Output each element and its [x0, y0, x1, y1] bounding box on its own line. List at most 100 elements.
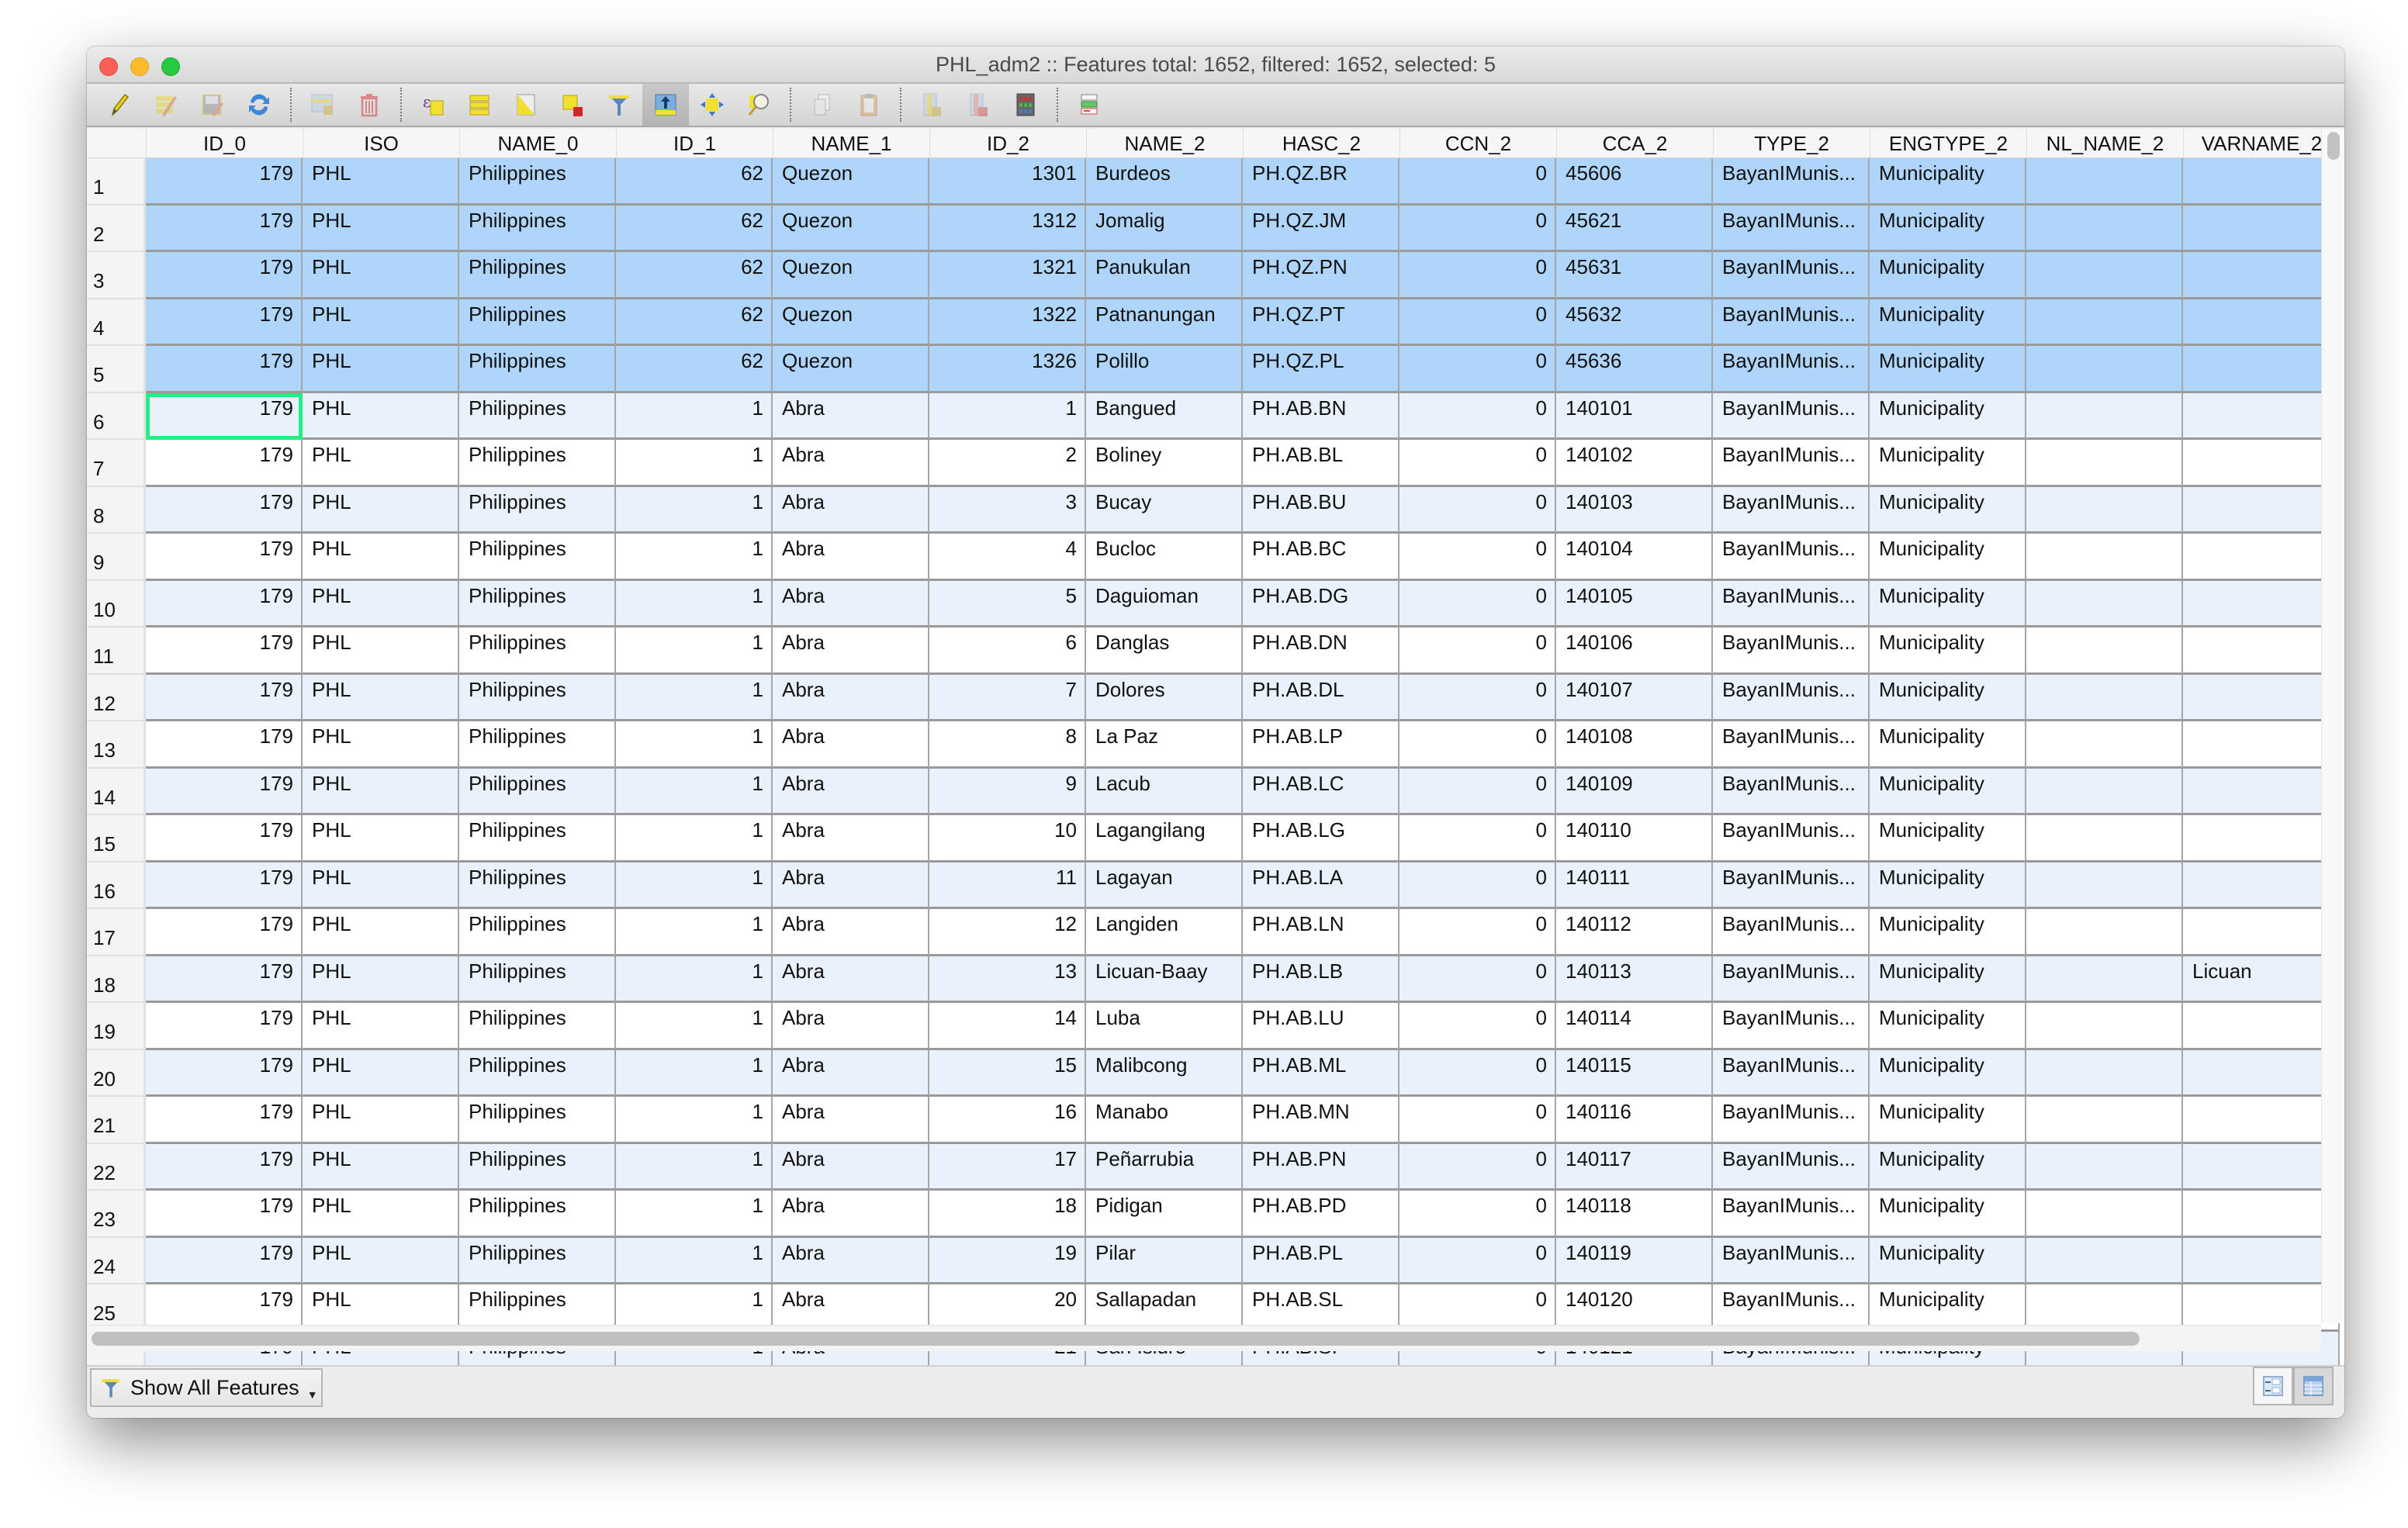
cell-varname-2[interactable] [2183, 1003, 2340, 1050]
cell-type-2[interactable]: BayanIMunis... [1713, 1097, 1870, 1144]
row-number-header[interactable]: 23 [87, 1191, 146, 1238]
vertical-scrollbar[interactable] [2321, 129, 2344, 1323]
toggle-editing-button[interactable] [96, 84, 143, 126]
column-header-cca-2[interactable]: CCA_2 [1556, 129, 1713, 158]
table-row[interactable]: 15 179 PHL Philippines 1 Abra 10 Lagangilang PH.… [87, 815, 2340, 863]
cell-id-1[interactable]: 1 [616, 627, 773, 675]
cell-type-2[interactable]: BayanIMunis... [1713, 486, 1870, 534]
cell-engtype-2[interactable]: Municipality [1870, 205, 2026, 252]
cell-hasc-2[interactable]: PH.AB.BU [1243, 486, 1399, 534]
cell-name-2[interactable]: Peñarrubia [1086, 1143, 1243, 1191]
cell-id-0[interactable]: 179 [146, 956, 303, 1003]
cell-ccn-2[interactable]: 0 [1399, 580, 1556, 627]
table-row[interactable]: 5 179 PHL Philippines 62 Quezon 1326 Polillo PH.… [87, 346, 2340, 393]
cell-hasc-2[interactable]: PH.AB.LC [1243, 768, 1399, 815]
cell-ccn-2[interactable]: 0 [1399, 1191, 1556, 1238]
cell-id-0[interactable]: 179 [146, 1191, 303, 1238]
cell-type-2[interactable]: BayanIMunis... [1713, 252, 1870, 299]
cell-id-0[interactable]: 179 [146, 909, 303, 956]
cell-varname-2[interactable]: Licuan [2183, 956, 2340, 1003]
cell-iso[interactable]: PHL [303, 1191, 459, 1238]
copy-rows-button[interactable] [799, 84, 846, 126]
cell-name-0[interactable]: Philippines [459, 486, 616, 534]
cell-iso[interactable]: PHL [303, 440, 459, 487]
cell-varname-2[interactable] [2183, 205, 2340, 252]
cell-iso[interactable]: PHL [303, 486, 459, 534]
cell-iso[interactable]: PHL [303, 1237, 459, 1284]
cell-name-1[interactable]: Quezon [773, 299, 929, 346]
cell-name-2[interactable]: Pidigan [1086, 1191, 1243, 1238]
row-number-header[interactable]: 6 [87, 392, 146, 440]
row-number-header[interactable]: 9 [87, 534, 146, 581]
table-row[interactable]: 3 179 PHL Philippines 62 Quezon 1321 Panukulan P… [87, 252, 2340, 299]
cell-nl-name-2[interactable] [2026, 862, 2183, 909]
cell-type-2[interactable]: BayanIMunis... [1713, 1143, 1870, 1191]
header-corner[interactable] [87, 129, 146, 158]
cell-type-2[interactable]: BayanIMunis... [1713, 392, 1870, 440]
minimize-window-button[interactable] [130, 57, 149, 76]
cell-id-0[interactable]: 179 [146, 1003, 303, 1050]
cell-name-2[interactable]: Pilar [1086, 1237, 1243, 1284]
cell-cca-2[interactable]: 140112 [1556, 909, 1713, 956]
cell-hasc-2[interactable]: PH.AB.PD [1243, 1191, 1399, 1238]
cell-cca-2[interactable]: 140114 [1556, 1003, 1713, 1050]
cell-ccn-2[interactable]: 0 [1399, 534, 1556, 581]
cell-cca-2[interactable]: 140110 [1556, 815, 1713, 863]
cell-name-2[interactable]: La Paz [1086, 721, 1243, 769]
cell-id-0[interactable]: 179 [146, 205, 303, 252]
cell-id-2[interactable]: 1312 [929, 205, 1086, 252]
cell-name-0[interactable]: Philippines [459, 721, 616, 769]
horizontal-scrollbar[interactable] [87, 1325, 2321, 1351]
cell-varname-2[interactable] [2183, 392, 2340, 440]
cell-id-0[interactable]: 179 [146, 1143, 303, 1191]
reload-button[interactable] [236, 84, 282, 126]
cell-name-2[interactable]: Malibcong [1086, 1049, 1243, 1097]
cell-varname-2[interactable] [2183, 1049, 2340, 1097]
cell-ccn-2[interactable]: 0 [1399, 440, 1556, 487]
cell-name-2[interactable]: Licuan-Baay [1086, 956, 1243, 1003]
cell-iso[interactable]: PHL [303, 299, 459, 346]
cell-hasc-2[interactable]: PH.AB.LP [1243, 721, 1399, 769]
cell-varname-2[interactable] [2183, 627, 2340, 675]
select-all-button[interactable] [456, 84, 503, 126]
row-number-header[interactable]: 1 [87, 158, 146, 206]
column-header-hasc-2[interactable]: HASC_2 [1243, 129, 1399, 158]
cell-varname-2[interactable] [2183, 534, 2340, 581]
cell-id-1[interactable]: 1 [616, 440, 773, 487]
cell-name-0[interactable]: Philippines [459, 392, 616, 440]
cell-id-2[interactable]: 4 [929, 534, 1086, 581]
table-row[interactable]: 13 179 PHL Philippines 1 Abra 8 La Paz PH.AB.LP 0… [87, 721, 2340, 769]
cell-cca-2[interactable]: 45621 [1556, 205, 1713, 252]
cell-ccn-2[interactable]: 0 [1399, 627, 1556, 675]
cell-name-0[interactable]: Philippines [459, 674, 616, 721]
cell-id-0[interactable]: 179 [146, 815, 303, 863]
cell-id-1[interactable]: 1 [616, 1237, 773, 1284]
cell-cca-2[interactable]: 140116 [1556, 1097, 1713, 1144]
cell-hasc-2[interactable]: PH.AB.LA [1243, 862, 1399, 909]
cell-id-2[interactable]: 1321 [929, 252, 1086, 299]
cell-varname-2[interactable] [2183, 1191, 2340, 1238]
cell-iso[interactable]: PHL [303, 721, 459, 769]
cell-iso[interactable]: PHL [303, 1143, 459, 1191]
cell-type-2[interactable]: BayanIMunis... [1713, 1237, 1870, 1284]
table-row[interactable]: 4 179 PHL Philippines 62 Quezon 1322 Patnanunga… [87, 299, 2340, 346]
cell-type-2[interactable]: BayanIMunis... [1713, 815, 1870, 863]
row-number-header[interactable]: 3 [87, 252, 146, 299]
cell-engtype-2[interactable]: Municipality [1870, 392, 2026, 440]
row-number-header[interactable]: 12 [87, 674, 146, 721]
column-header-name-0[interactable]: NAME_0 [459, 129, 616, 158]
cell-name-1[interactable]: Abra [773, 721, 929, 769]
row-number-header[interactable]: 16 [87, 862, 146, 909]
cell-id-2[interactable]: 19 [929, 1237, 1086, 1284]
vertical-scrollbar-thumb[interactable] [2327, 132, 2340, 160]
cell-iso[interactable]: PHL [303, 909, 459, 956]
cell-name-0[interactable]: Philippines [459, 627, 616, 675]
cell-id-0[interactable]: 179 [146, 1097, 303, 1144]
cell-name-2[interactable]: Langiden [1086, 909, 1243, 956]
cell-id-1[interactable]: 62 [616, 299, 773, 346]
cell-id-2[interactable]: 7 [929, 674, 1086, 721]
cell-name-0[interactable]: Philippines [459, 252, 616, 299]
cell-name-1[interactable]: Abra [773, 768, 929, 815]
conditional-formatting-button[interactable] [1066, 84, 1112, 126]
close-window-button[interactable] [99, 57, 118, 76]
